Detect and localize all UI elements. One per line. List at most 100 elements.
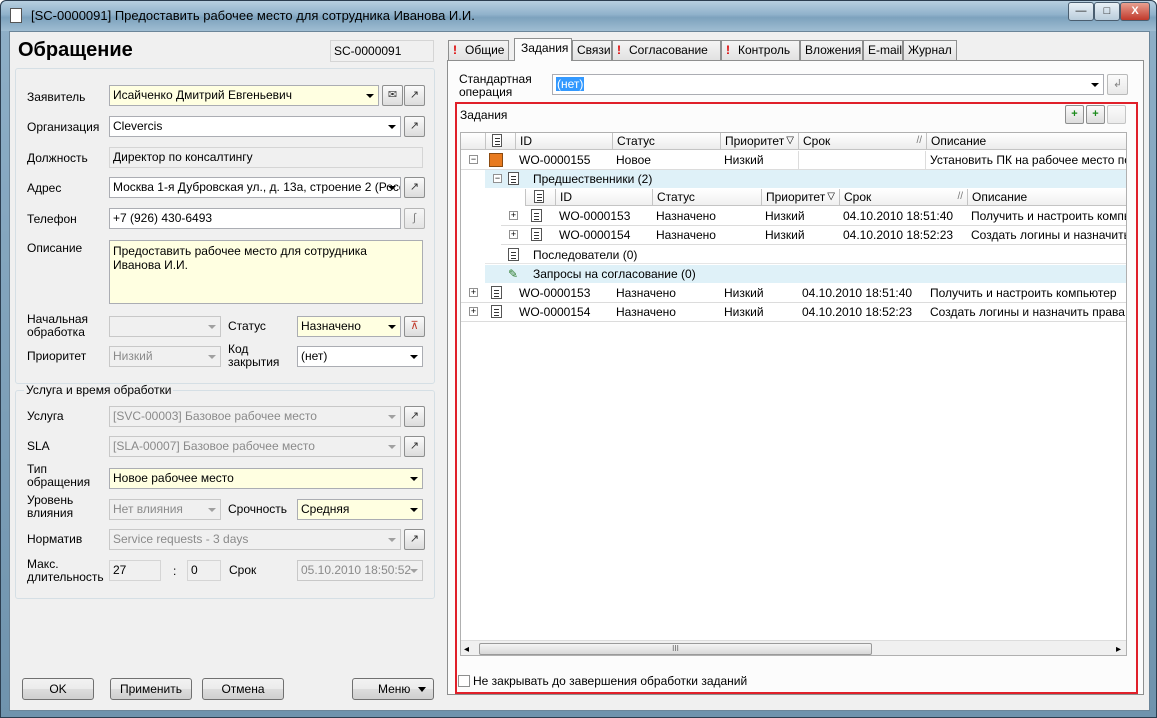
scroll-right-icon[interactable]: ▸ bbox=[1116, 644, 1121, 655]
chevron-down-icon[interactable] bbox=[383, 407, 400, 426]
nested-column-priority[interactable]: Приоритет ▽ bbox=[761, 189, 839, 206]
std-operation-field[interactable]: (нет) bbox=[552, 74, 1104, 95]
tab-links[interactable]: Связи bbox=[572, 40, 612, 60]
keep-open-checkbox[interactable] bbox=[458, 675, 470, 687]
tab-control[interactable]: ! Контроль bbox=[721, 40, 800, 60]
description-field[interactable]: Предоставить рабочее место для сотрудник… bbox=[109, 240, 423, 304]
apply-operation-button[interactable]: ↲ bbox=[1107, 74, 1128, 95]
sla-field[interactable]: [SLA-00007] Базовое рабочее место bbox=[109, 436, 401, 457]
column-deadline[interactable]: Срок // bbox=[798, 133, 926, 150]
chevron-down-icon[interactable] bbox=[405, 469, 422, 488]
filter-icon[interactable]: ▽ bbox=[786, 133, 794, 149]
chevron-down-icon[interactable] bbox=[203, 317, 220, 336]
horizontal-scrollbar[interactable]: ◂ III ▸ bbox=[461, 640, 1126, 655]
open-service-button[interactable]: ↗ bbox=[404, 406, 425, 427]
address-field[interactable]: Москва 1-я Дубровская ул., д. 13а, строе… bbox=[109, 177, 401, 198]
phone-field[interactable]: +7 (926) 430-6493 bbox=[109, 208, 401, 229]
filter-icon[interactable]: ▽ bbox=[827, 189, 835, 205]
add-linked-task-button[interactable]: + bbox=[1086, 105, 1105, 124]
nested-column-id[interactable]: ID bbox=[555, 189, 652, 206]
predecessor-row[interactable]: + WO-0000154 Назначено Низкий 04.10.2010… bbox=[501, 226, 1126, 245]
expand-icon[interactable]: + bbox=[509, 211, 518, 220]
initial-processing-field[interactable] bbox=[109, 316, 221, 337]
predecessor-row[interactable]: + WO-0000153 Назначено Низкий 04.10.2010… bbox=[501, 207, 1126, 226]
chevron-down-icon[interactable] bbox=[383, 317, 400, 336]
apply-button[interactable]: Применить bbox=[110, 678, 192, 700]
priority-field[interactable]: Низкий bbox=[109, 346, 221, 367]
position-label: Должность bbox=[27, 151, 88, 165]
norm-field[interactable]: Service requests - 3 days bbox=[109, 529, 401, 550]
service-field[interactable]: [SVC-00003] Базовое рабочее место bbox=[109, 406, 401, 427]
urgency-field[interactable]: Средняя bbox=[297, 499, 423, 520]
chevron-down-icon[interactable] bbox=[383, 117, 400, 136]
max-duration-label: Макс. длительность bbox=[27, 557, 104, 584]
close-code-field[interactable]: (нет) bbox=[297, 346, 423, 367]
status-field[interactable]: Назначено bbox=[297, 316, 401, 337]
tab-email[interactable]: E-mail bbox=[863, 40, 903, 60]
email-button[interactable]: ✉ bbox=[382, 85, 403, 106]
add-task-button[interactable]: + bbox=[1065, 105, 1084, 124]
document-icon bbox=[492, 134, 502, 147]
max-duration-minutes[interactable]: 0 bbox=[187, 560, 221, 581]
minimize-button[interactable]: — bbox=[1068, 2, 1094, 21]
open-norm-button[interactable]: ↗ bbox=[404, 529, 425, 550]
applicant-field[interactable]: Исайченко Дмитрий Евгеньевич bbox=[109, 85, 379, 106]
expand-icon[interactable]: + bbox=[509, 230, 518, 239]
column-id[interactable]: ID bbox=[515, 133, 612, 150]
chevron-down-icon[interactable] bbox=[203, 347, 220, 366]
impact-field[interactable]: Нет влияния bbox=[109, 499, 221, 520]
urgency-value: Средняя bbox=[301, 502, 350, 516]
open-sla-button[interactable]: ↗ bbox=[404, 436, 425, 457]
max-duration-hours[interactable]: 27 bbox=[109, 560, 161, 581]
close-button[interactable]: X bbox=[1120, 2, 1150, 21]
column-priority[interactable]: Приоритет ▽ bbox=[720, 133, 798, 150]
chevron-down-icon[interactable] bbox=[383, 437, 400, 456]
scroll-thumb[interactable]: III bbox=[479, 643, 872, 655]
expand-icon[interactable]: + bbox=[469, 288, 478, 297]
expand-icon[interactable]: + bbox=[469, 307, 478, 316]
task-row[interactable]: + WO-0000154 Назначено Низкий 04.10.2010… bbox=[461, 303, 1126, 322]
chevron-down-icon[interactable] bbox=[405, 347, 422, 366]
successors-band[interactable]: Последователи (0) bbox=[485, 246, 1126, 264]
open-address-button[interactable]: ↗ bbox=[404, 177, 425, 198]
maximize-button[interactable]: □ bbox=[1094, 2, 1120, 21]
task-row-main[interactable]: − WO-0000155 Новое Низкий Установить ПК … bbox=[461, 151, 1126, 170]
nested-column-description[interactable]: Описание bbox=[967, 189, 1126, 206]
tab-approval[interactable]: ! Согласование bbox=[612, 40, 721, 60]
chevron-down-icon[interactable] bbox=[361, 86, 378, 105]
chevron-down-icon[interactable] bbox=[203, 500, 220, 519]
tab-general[interactable]: ! Общие bbox=[448, 40, 509, 60]
ok-button[interactable]: OK bbox=[22, 678, 94, 700]
predecessors-band[interactable]: − Предшественники (2) bbox=[485, 170, 1126, 188]
title-bar[interactable]: [SC-0000091] Предоставить рабочее место … bbox=[1, 1, 1156, 31]
task-row[interactable]: + WO-0000153 Назначено Низкий 04.10.2010… bbox=[461, 284, 1126, 303]
approvals-band[interactable]: ✎ Запросы на согласование (0) bbox=[485, 265, 1126, 283]
column-description[interactable]: Описание bbox=[926, 133, 1126, 150]
nested-column-deadline[interactable]: Срок // bbox=[839, 189, 967, 206]
dial-button[interactable]: ∫ bbox=[404, 208, 425, 229]
chevron-down-icon[interactable] bbox=[1086, 75, 1103, 94]
deadline-field[interactable]: 05.10.2010 18:50:52 bbox=[297, 560, 423, 581]
request-type-field[interactable]: Новое рабочее место bbox=[109, 468, 423, 489]
nested-column-status[interactable]: Статус bbox=[652, 189, 761, 206]
chevron-down-icon[interactable] bbox=[383, 178, 400, 197]
org-field[interactable]: Clevercis bbox=[109, 116, 401, 137]
remove-task-button[interactable] bbox=[1107, 105, 1126, 124]
tasks-grid[interactable]: ID Статус Приоритет ▽ Срок// Описание − W… bbox=[460, 132, 1127, 656]
cancel-button[interactable]: Отмена bbox=[202, 678, 284, 700]
tab-tasks[interactable]: Задания bbox=[514, 38, 572, 61]
menu-button[interactable]: Меню bbox=[352, 678, 434, 700]
scroll-left-icon[interactable]: ◂ bbox=[464, 644, 469, 655]
calendar-dropdown-icon[interactable] bbox=[405, 561, 422, 580]
tab-journal[interactable]: Журнал bbox=[903, 40, 957, 60]
add-link-icon: + bbox=[1092, 108, 1099, 120]
column-status[interactable]: Статус bbox=[612, 133, 720, 150]
workflow-button[interactable]: ⊼ bbox=[404, 316, 425, 337]
open-org-button[interactable]: ↗ bbox=[404, 116, 425, 137]
open-applicant-button[interactable]: ↗ bbox=[404, 85, 425, 106]
collapse-icon[interactable]: − bbox=[469, 155, 478, 164]
chevron-down-icon[interactable] bbox=[383, 530, 400, 549]
chevron-down-icon[interactable] bbox=[405, 500, 422, 519]
tab-attachments[interactable]: Вложения bbox=[800, 40, 863, 60]
collapse-icon[interactable]: − bbox=[493, 174, 502, 183]
